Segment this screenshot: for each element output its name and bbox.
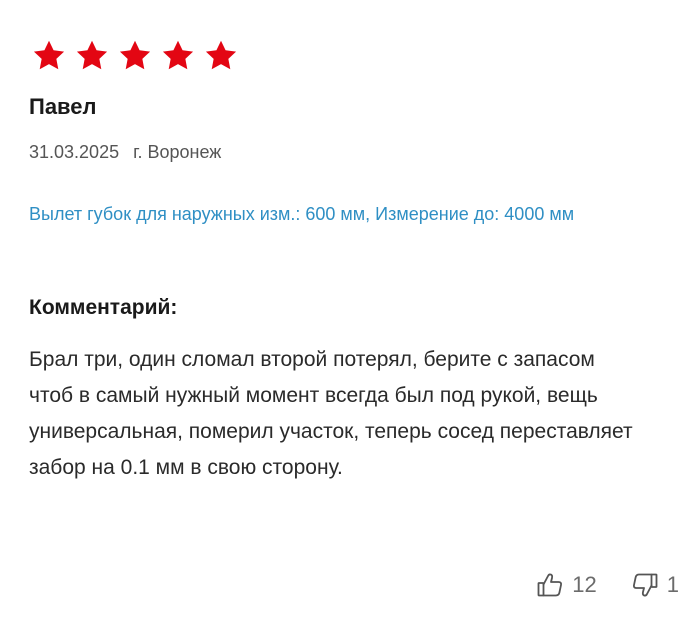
thumbs-down-icon bbox=[631, 571, 659, 599]
comment-text: Брал три, один сломал второй потерял, бе… bbox=[29, 348, 633, 479]
star-icon bbox=[74, 38, 110, 74]
review-date: 31.03.2025 bbox=[29, 142, 120, 162]
star-icon bbox=[203, 38, 239, 74]
review-card: Павел 31.03.2025 г. Воронеж Вылет губок д… bbox=[29, 0, 679, 639]
product-variant: Вылет губок для наружных изм.: 600 мм, И… bbox=[29, 204, 575, 224]
review-votes: 12 1 bbox=[536, 571, 679, 599]
like-button[interactable]: 12 bbox=[536, 571, 597, 599]
review-author: Павел bbox=[29, 94, 97, 119]
review-meta: 31.03.2025 г. Воронеж bbox=[29, 142, 221, 163]
comment-heading: Комментарий: bbox=[29, 296, 178, 319]
dislike-count: 1 bbox=[666, 572, 679, 597]
dislike-button[interactable]: 1 bbox=[631, 571, 679, 599]
star-icon bbox=[160, 38, 196, 74]
thumbs-up-icon bbox=[536, 571, 564, 599]
star-icon bbox=[31, 38, 67, 74]
review-city: г. Воронеж bbox=[133, 142, 222, 162]
rating-stars bbox=[31, 38, 239, 74]
like-count: 12 bbox=[572, 572, 597, 597]
star-icon bbox=[117, 38, 153, 74]
